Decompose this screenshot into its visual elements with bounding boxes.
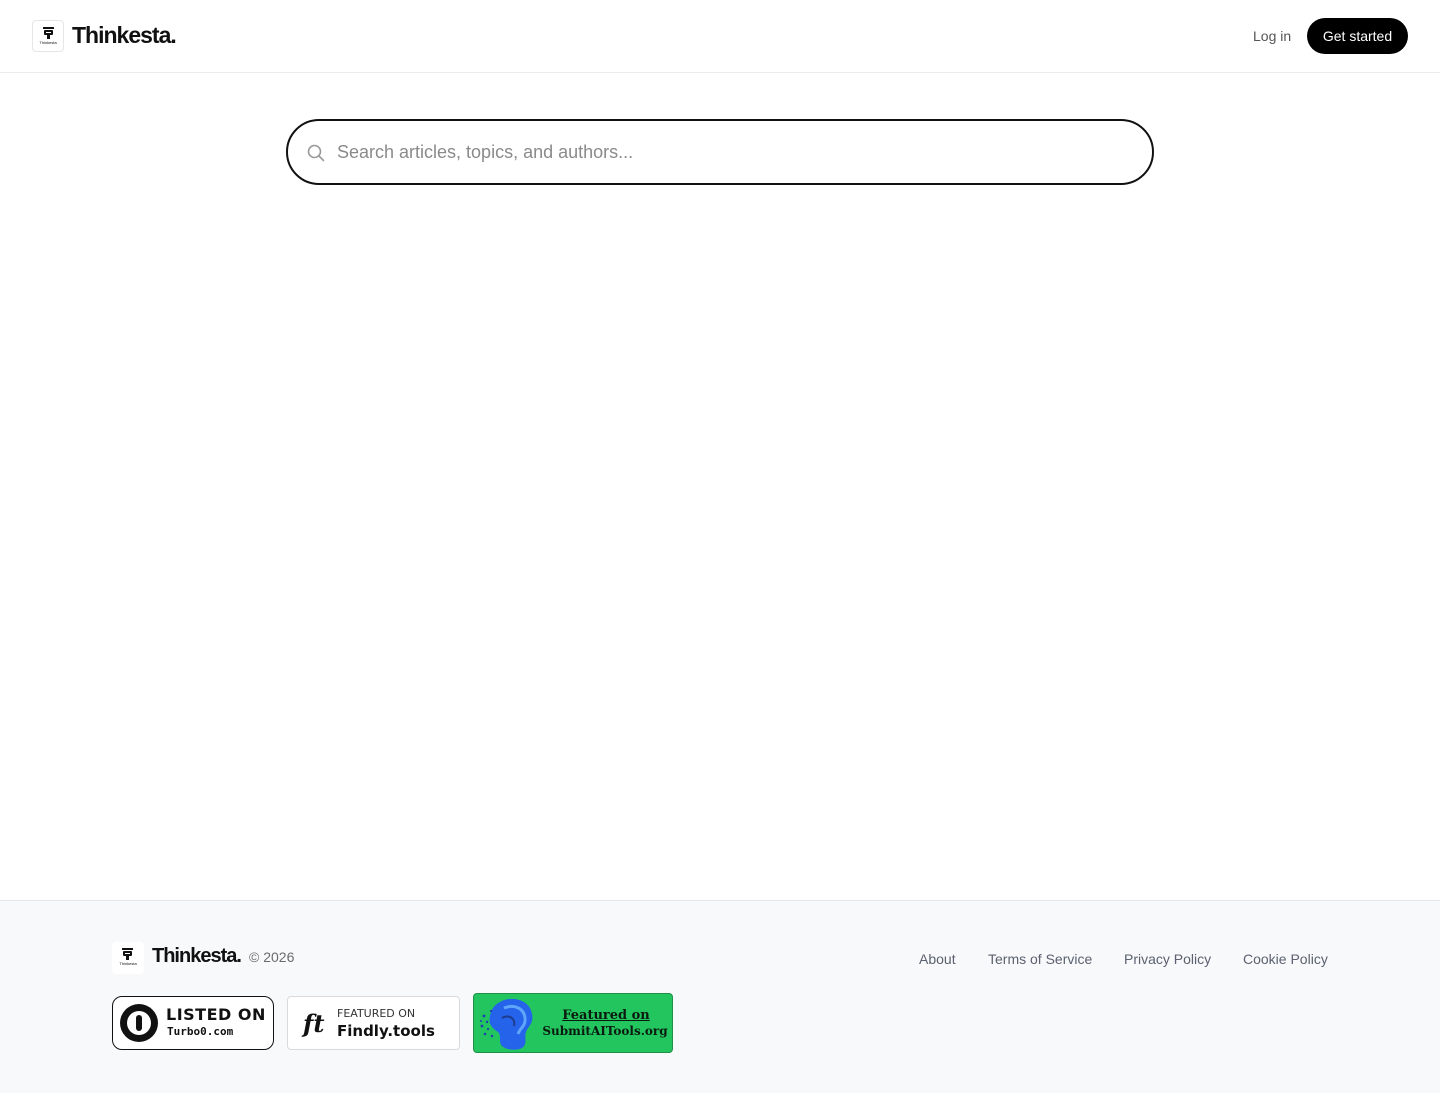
logo-icon[interactable]: Thinkesta	[32, 20, 64, 52]
search-input[interactable]	[337, 133, 1117, 171]
footer-logo-tiny-text: Thinkesta	[119, 961, 137, 966]
turbo0-badge[interactable]: LISTED ON Turbo0.com	[112, 996, 274, 1050]
footer-brand-name[interactable]: Thinkesta.	[152, 945, 242, 968]
login-link[interactable]: Log in	[1253, 28, 1291, 44]
findly-badge[interactable]: ft FEATURED ON Findly.tools	[287, 996, 460, 1050]
site-header: Thinkesta Thinkesta. Log in Get started	[0, 0, 1440, 73]
turbo0-logo-icon	[120, 1004, 158, 1042]
footer-logo-mark-icon	[122, 948, 133, 960]
findly-logo-icon: ft	[303, 1009, 325, 1038]
turbo0-badge-line1: LISTED ON	[166, 1005, 266, 1024]
footer-logo-icon[interactable]: Thinkesta	[112, 942, 144, 974]
submitaitools-badge[interactable]: Featured on SubmitAITools.org	[473, 993, 673, 1053]
copyright-text: © 2026	[249, 949, 295, 965]
footer-link-terms[interactable]: Terms of Service	[988, 951, 1092, 967]
logo-tiny-text: Thinkesta	[39, 40, 57, 45]
submitaitools-badge-line1: Featured on	[562, 1008, 650, 1023]
logo-mark-icon	[43, 27, 54, 39]
submitaitools-head-icon	[480, 998, 533, 1050]
search-bar[interactable]	[286, 119, 1154, 185]
footer-link-about[interactable]: About	[919, 951, 956, 967]
turbo0-badge-line2: Turbo0.com	[167, 1025, 234, 1038]
footer-link-cookie[interactable]: Cookie Policy	[1243, 951, 1328, 967]
brand-name[interactable]: Thinkesta.	[72, 22, 177, 49]
findly-badge-line1: FEATURED ON	[337, 1007, 416, 1020]
search-icon	[307, 144, 325, 162]
get-started-button[interactable]: Get started	[1307, 18, 1408, 54]
findly-badge-line2: Findly.tools	[337, 1022, 435, 1040]
submitaitools-badge-line2: SubmitAITools.org	[542, 1024, 668, 1038]
footer-link-privacy[interactable]: Privacy Policy	[1124, 951, 1211, 967]
